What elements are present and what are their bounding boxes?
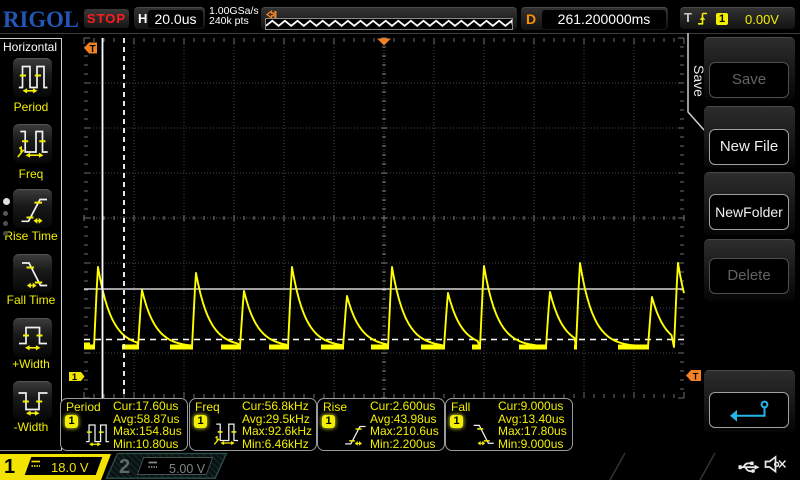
svg-text:1: 1 [72, 372, 78, 383]
svg-text:T: T [693, 372, 699, 382]
svg-text:T: T [90, 44, 96, 55]
